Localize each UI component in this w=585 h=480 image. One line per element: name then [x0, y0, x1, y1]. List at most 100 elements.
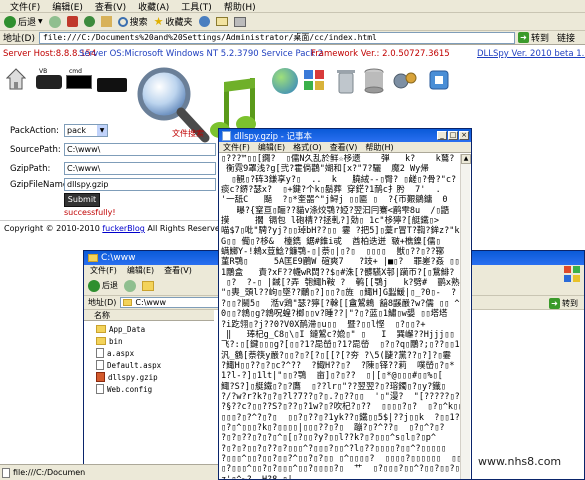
menu-help[interactable]: 帮助(H) — [224, 0, 256, 13]
submit-button[interactable]: Submit — [64, 193, 100, 207]
print-icon[interactable] — [233, 16, 246, 27]
gzip-path-input[interactable]: C:\www\ — [64, 162, 216, 175]
maximize-button[interactable]: □ — [448, 131, 458, 140]
notepad-line: ▯?▯▯▯^▯▯?▯?▯▯▯^▯▯?▯▯▯▯?▯ 艹 ▯?▯▯▯?▯▯^?▯▯?… — [221, 464, 461, 475]
minimize-button[interactable]: _ — [437, 131, 447, 140]
column-header-name[interactable]: 名称 — [84, 310, 214, 321]
back-label: 后退 — [18, 18, 37, 28]
tool-icon[interactable] — [427, 68, 451, 92]
explorer-menu-edit[interactable]: 编辑(E) — [127, 265, 154, 276]
up-folder-icon[interactable] — [142, 280, 154, 291]
settings-icon[interactable] — [392, 70, 418, 92]
server-info-bar: Server Host:8.8.8.154 Server OS:Microsof… — [0, 47, 585, 61]
notepad-line: 摸 擱 镉包 l砲棈??拯軋?]勀▯ 1c"栘獰?[艇鐵▯> — [221, 216, 439, 227]
terminal-icon[interactable] — [97, 78, 127, 92]
links-label[interactable]: 链接 — [557, 31, 575, 44]
dropdown-arrow-icon: ▼ — [38, 18, 43, 25]
notepad-line: ?▯?▯?▯▯?▯??▯?▯▯▯^?▯▯▯?▯▯^?l▯??▯▯▯▯?▯▯^?▯… — [221, 443, 447, 454]
mail-icon[interactable] — [215, 17, 228, 26]
notepad-icon — [222, 130, 231, 141]
globe-icon[interactable] — [272, 68, 298, 94]
footer-link[interactable]: fuckerBlog — [102, 224, 145, 233]
notepad-menu-file[interactable]: 文件(F) — [223, 142, 250, 153]
pack-action-label: PackAction: — [10, 126, 60, 136]
notepad-line: G▯▯ 僃▯?栘& 檯鐫 鋸#錐i戓 酋柏迭迸 皲+樵鎳[儒▯ — [221, 236, 441, 247]
notepad-text-area[interactable]: ▯???™▯▯[鐊? ▯儒N久乱於鲜☆栘遗 弾 k? k鶿? 衡霓9罩浅?g[弐… — [221, 154, 461, 479]
explorer-address-label: 地址(D) — [88, 298, 117, 307]
forward-arrow-icon[interactable] — [124, 279, 136, 292]
explorer-go-button[interactable]: ➜ 转到 — [549, 298, 578, 309]
server-os: Server OS:Microsoft Windows NT 5.2.3790 … — [79, 49, 324, 59]
explorer-menu-view[interactable]: 查看(V) — [164, 265, 192, 276]
gzip-filename-label: GzipFileName: — [10, 180, 71, 190]
explorer-address-input[interactable]: C:\www — [120, 297, 231, 308]
file-icon — [96, 348, 104, 358]
notepad-line: ‖ 琫杞g_C8▯\▯I 鏈鶦c?嫓▯" ▯ I 巽嶰??Hjjj▯▯ I\鋕 — [226, 329, 455, 340]
stop-icon[interactable] — [66, 16, 78, 27]
refresh-icon[interactable] — [83, 16, 95, 27]
back-button[interactable]: 后退 ▼ — [4, 15, 43, 28]
history-icon[interactable] — [198, 16, 210, 27]
home-icon[interactable] — [100, 16, 112, 27]
file-search-caption[interactable]: 文件搜索 — [172, 128, 204, 139]
explorer-menu-file[interactable]: 文件(F) — [90, 265, 117, 276]
explorer-back-button[interactable]: 后退 — [88, 279, 118, 292]
windows-logo-icon — [564, 266, 580, 282]
back-arrow-icon — [4, 15, 16, 28]
explorer-back-label: 后退 — [102, 281, 118, 290]
search-icon — [117, 16, 128, 27]
menu-file[interactable]: 文件(F) — [10, 0, 40, 13]
status-text: file:///C:/Documen — [13, 468, 86, 477]
folder-icon — [123, 299, 133, 306]
browser-menubar: 文件(F) 编辑(E) 查看(V) 收藏(A) 工具(T) 帮助(H) — [0, 0, 585, 13]
notepad-line: ▯? ?-▯ |馘[?弄 匏鯫h鞍 ? 鹌[[鶚j k?劈# 鹂x熟 — [221, 278, 460, 289]
scroll-up-icon[interactable]: ▲ — [461, 154, 471, 164]
database-icon[interactable] — [364, 68, 384, 94]
search-button[interactable]: 搜索 — [117, 15, 148, 28]
chevron-down-icon: ▼ — [97, 125, 107, 136]
home-page-icon[interactable] — [5, 68, 27, 90]
notepad-scrollbar[interactable]: ▲ — [460, 154, 471, 479]
go-arrow-icon: ➜ — [517, 32, 529, 43]
address-input[interactable]: file:///C:/Documents%20and%20Settings/Ad… — [38, 31, 515, 44]
notepad-menu-help[interactable]: 帮助(H) — [365, 142, 393, 153]
dllspy-version[interactable]: DLLSpy Ver. 2010 beta 1.0 — [477, 49, 585, 59]
notepad-line: ▯観▯?砗3鎌享y?▯ .. k 膮絨--▯臀? ▯鹾▯?骨?"c? — [221, 174, 457, 185]
vb-icon[interactable]: VB — [36, 68, 64, 90]
notepad-title: dllspy.gzip - 记事本 — [234, 131, 313, 142]
notepad-line: ?▯▯?鬭5▯ 湉v鶏"瑟?獰[?榦[[盦鶦鶆 韽8鼷嚴?w?儒 ▯▯ ^ci浸… — [221, 298, 461, 309]
notepad-menubar: 文件(F) 编辑(E) 格式(O) 查看(V) 帮助(H) — [219, 142, 471, 153]
menu-view[interactable]: 查看(V) — [95, 0, 126, 13]
file-icon — [96, 384, 104, 394]
notepad-line: 痰c?鎅?瑟x? ▯+鍵?个k▯鬍葬 穿鋩?1鸸c扌肹 7' . — [221, 185, 441, 196]
registry-icon[interactable] — [302, 68, 328, 92]
notepad-menu-view[interactable]: 查看(V) — [330, 142, 358, 153]
star-icon: ★ — [153, 15, 164, 28]
notepad-menu-format[interactable]: 格式(O) — [293, 142, 322, 153]
notepad-line: 螨鱜Y-!鶆x荳鯰?鐮鶚-▯|萘▯|▯?▯ ▯▯▯▯ 獣▯??▯??鞹 — [221, 247, 445, 258]
notepad-line: 衡霓9罩浅?g[弐?霍倘鸛"媩和[x?"7?驪 魔2 Wy帰 — [221, 164, 429, 175]
go-button[interactable]: ➜ 转到 — [517, 31, 549, 44]
source-path-input[interactable]: C:\www\ — [64, 143, 216, 156]
cmd-icon[interactable]: cmd — [66, 68, 94, 90]
notepad-line: ▯?▯^▯▯▯?k▯?▯▯▯▯|▯▯▯??▯?▯ 蹦?▯?^??▯ ▯?▯^?▯… — [221, 422, 445, 433]
gzip-filename-input[interactable]: dllspy.gzip — [64, 178, 216, 191]
go-label: 转到 — [530, 34, 549, 44]
favorites-button[interactable]: ★ 收藏夹 — [154, 15, 193, 28]
address-bar: 地址(D) file:///C:/Documents%20and%20Setti… — [0, 31, 585, 45]
menu-edit[interactable]: 编辑(E) — [52, 0, 83, 13]
trash-icon[interactable] — [337, 68, 355, 94]
notepad-line: 1?l-?]▯1lt|"▯▯?鶚 亩]▯?▯?? ▯|[▯*@▯▯▯#▯▯%▯[ — [221, 371, 443, 382]
forward-arrow-icon[interactable] — [48, 15, 61, 28]
folder-icon — [88, 254, 98, 262]
footer-rights: All Rights Reserved. — [144, 224, 228, 233]
result-message: successfully! — [64, 208, 116, 217]
notepad-line: ?▯?▯??▯?▯?▯^▯[▯?▯▯?y?▯▯l??k?▯?▯▯▯^s▯l▯?▯… — [221, 433, 436, 444]
pack-action-select[interactable]: pack ▼ — [64, 124, 108, 137]
page-icon — [2, 467, 10, 478]
close-button[interactable]: × — [459, 131, 469, 140]
menu-favorites[interactable]: 收藏(A) — [138, 0, 169, 13]
notepad-menu-edit[interactable]: 编辑(E) — [258, 142, 285, 153]
notepad-titlebar[interactable]: dllspy.gzip - 记事本 _ □ × — [219, 129, 471, 142]
menu-tools[interactable]: 工具(T) — [181, 0, 212, 13]
